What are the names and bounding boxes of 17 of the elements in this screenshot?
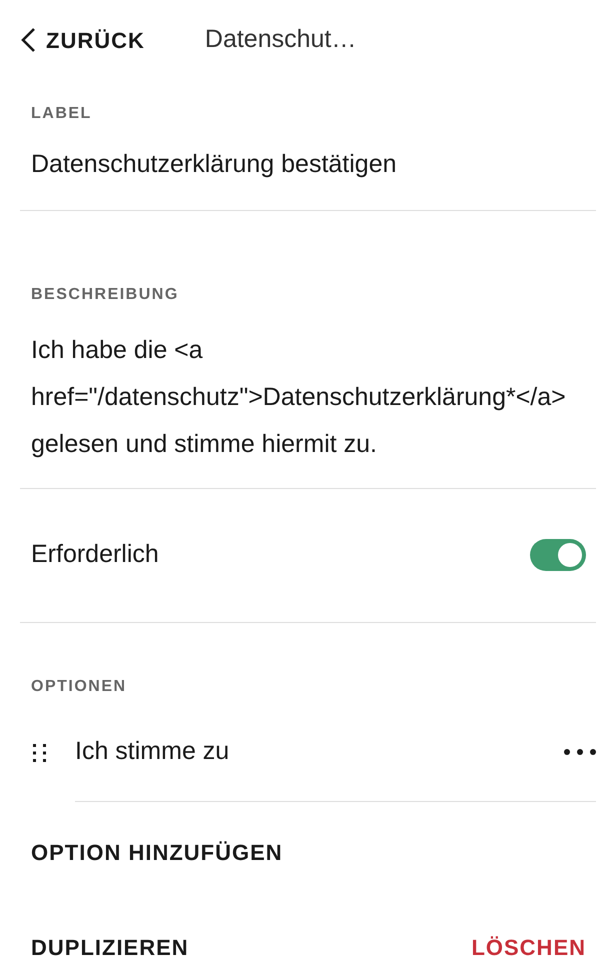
option-label[interactable]: Ich stimme zu (75, 733, 564, 771)
section-heading: OPTIONEN (30, 676, 128, 696)
back-label[interactable]: ZURÜCK (46, 24, 145, 56)
delete-button[interactable]: LÖSCHEN (471, 930, 586, 964)
drag-handle-icon[interactable] (33, 744, 46, 762)
page-title: Datenschut… (204, 24, 356, 56)
description-field[interactable]: Ich habe die <a href="/datenschutz">Datenschutzerklärung*</a> gelesen und stimme hiermit zu. (20, 326, 596, 488)
section-heading: LABEL (30, 104, 93, 124)
chevron-left-icon (20, 27, 36, 53)
add-option-button[interactable]: OPTION HINZUFÜGEN (31, 836, 283, 868)
more-icon[interactable] (564, 749, 596, 755)
back-button[interactable]: ZURÜCK (20, 24, 145, 56)
required-toggle[interactable] (530, 539, 586, 571)
toggle-label: Erforderlich (31, 539, 159, 570)
label-field[interactable]: Datenschutzerklärung bestätigen (20, 146, 596, 210)
section-heading: BESCHREIBUNG (30, 284, 180, 304)
duplicate-button[interactable]: DUPLIZIEREN (31, 930, 189, 964)
